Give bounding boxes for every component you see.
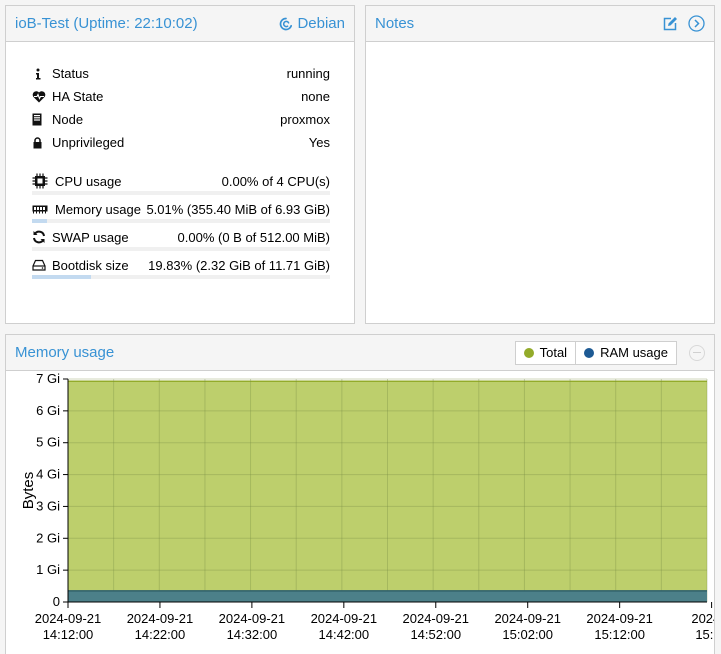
usage-list: CPU usage 0.00% of 4 CPU(s) Memory usage… xyxy=(32,171,330,283)
x-tick-label-date: 2024-09-21 xyxy=(494,611,561,626)
cpu-usage-row: CPU usage 0.00% of 4 CPU(s) xyxy=(32,171,330,199)
ha-state-row: HA State none xyxy=(32,85,330,108)
memory-usage-row: Memory usage 5.01% (355.40 MiB of 6.93 G… xyxy=(32,199,330,227)
x-tick-label-time: 14:42:00 xyxy=(319,627,370,642)
y-tick-label: 7 Gi xyxy=(36,371,60,386)
memory-icon xyxy=(32,204,55,214)
ha-state-label: HA State xyxy=(52,89,104,104)
legend-item-ram-usage[interactable]: RAM usage xyxy=(575,341,676,364)
cpu-usage-label: CPU usage xyxy=(55,173,122,189)
memory-usage-label: Memory usage xyxy=(55,201,141,217)
node-row: Node proxmox xyxy=(32,108,330,131)
y-axis-label: Bytes xyxy=(20,472,37,510)
memory-chart-header: Memory usage Total RAM usage xyxy=(6,335,714,371)
notes-title: Notes xyxy=(375,15,415,32)
node-label: Node xyxy=(52,112,84,127)
heartbeat-icon xyxy=(32,90,52,103)
legend-label-ram: RAM usage xyxy=(600,345,668,360)
node-value: proxmox xyxy=(280,112,330,127)
status-panel-header: ioB-Test (Uptime: 22:10:02) Debian xyxy=(6,6,354,42)
status-panel-title: ioB-Test (Uptime: 22:10:02) xyxy=(15,15,198,32)
edit-icon[interactable] xyxy=(662,16,678,32)
os-indicator: Debian xyxy=(279,15,345,32)
x-tick-label-date: 2024-09-21 xyxy=(311,611,378,626)
x-tick-label-date: 2024-09-21 xyxy=(35,611,102,626)
unprivileged-row: Unprivileged Yes xyxy=(32,131,330,154)
y-tick-label: 4 Gi xyxy=(36,467,60,482)
memory-chart: 0 1 Gi 2 Gi 3 Gi 4 Gi 5 Gi 6 Gi 7 Gi Bytes 2024-0… xyxy=(20,371,714,642)
legend-dot-total xyxy=(523,347,534,358)
legend-label-total: Total xyxy=(539,345,568,360)
memory-usage-value: 5.01% (355.40 MiB of 6.93 GiB) xyxy=(146,201,330,217)
legend-item-total[interactable]: Total xyxy=(516,342,575,364)
swap-usage-label: SWAP usage xyxy=(52,229,129,245)
hdd-icon xyxy=(32,259,52,271)
x-tick-label-time: 15:21 xyxy=(695,627,714,642)
x-tick-label-time: 14:22:00 xyxy=(135,627,186,642)
y-tick-label: 6 Gi xyxy=(36,403,60,418)
bootdisk-usage-row: Bootdisk size 19.83% (2.32 GiB of 11.71 … xyxy=(32,255,330,283)
swap-usage-value: 0.00% (0 B of 512.00 MiB) xyxy=(177,229,330,245)
os-label: Debian xyxy=(297,15,345,32)
collapse-icon[interactable] xyxy=(689,344,705,361)
bootdisk-usage-bar xyxy=(32,275,330,279)
bootdisk-label: Bootdisk size xyxy=(52,257,129,273)
bootdisk-value: 19.83% (2.32 GiB of 11.71 GiB) xyxy=(148,257,330,273)
memory-usage-bar xyxy=(32,219,330,223)
y-tick-label: 1 Gi xyxy=(36,562,60,577)
usage-bar-fill xyxy=(32,275,92,279)
notes-panel-header: Notes xyxy=(366,6,714,42)
y-tick-label: 5 Gi xyxy=(36,435,60,450)
status-value: running xyxy=(286,66,330,81)
x-tick-label-date: 2024-09-21 xyxy=(219,611,286,626)
swap-usage-bar xyxy=(32,247,330,251)
ha-state-value: none xyxy=(301,89,330,104)
status-row: Status running xyxy=(32,62,330,85)
server-icon xyxy=(32,113,52,126)
unprivileged-value: Yes xyxy=(308,135,330,150)
x-tick-label-time: 14:12:00 xyxy=(43,627,94,642)
x-tick-label-date: 2024-09-21 xyxy=(127,611,194,626)
chart-legend: Total RAM usage xyxy=(514,340,677,365)
chevron-right-icon[interactable] xyxy=(688,15,705,32)
x-tick-label-time: 14:52:00 xyxy=(410,627,461,642)
usage-bar-fill xyxy=(32,219,47,223)
unprivileged-label: Unprivileged xyxy=(52,135,125,150)
status-info-list: Status running HA State none Node proxmo… xyxy=(32,62,330,154)
notes-panel: Notes xyxy=(365,5,715,324)
x-tick-label-date: 2024-0 xyxy=(691,611,714,626)
x-tick-label-time: 15:12:00 xyxy=(594,627,645,642)
y-tick-label: 2 Gi xyxy=(36,530,60,545)
y-tick-label: 3 Gi xyxy=(36,498,60,513)
y-tick-label: 0 xyxy=(53,594,60,609)
info-icon xyxy=(32,68,52,80)
swap-usage-row: SWAP usage 0.00% (0 B of 512.00 MiB) xyxy=(32,227,330,255)
legend-dot-ram xyxy=(584,347,595,358)
x-tick-label-time: 14:32:00 xyxy=(227,627,278,642)
cpu-usage-bar xyxy=(32,191,330,195)
cpu-usage-value: 0.00% of 4 CPU(s) xyxy=(221,173,330,189)
x-tick-label-date: 2024-09-21 xyxy=(403,611,470,626)
status-label: Status xyxy=(52,66,89,81)
debian-icon xyxy=(280,17,293,30)
refresh-icon xyxy=(32,230,52,244)
memory-chart-panel: Memory usage Total RAM usage 0 1 Gi 2 Gi 3 … xyxy=(5,334,715,654)
lock-icon xyxy=(32,136,52,149)
cpu-icon xyxy=(32,173,55,189)
x-tick-label-date: 2024-09-21 xyxy=(586,611,653,626)
series-area-ram-usage xyxy=(68,590,707,602)
memory-chart-title: Memory usage xyxy=(15,344,115,361)
status-panel: ioB-Test (Uptime: 22:10:02) Debian Statu… xyxy=(5,5,355,324)
x-tick-label-time: 15:02:00 xyxy=(502,627,553,642)
